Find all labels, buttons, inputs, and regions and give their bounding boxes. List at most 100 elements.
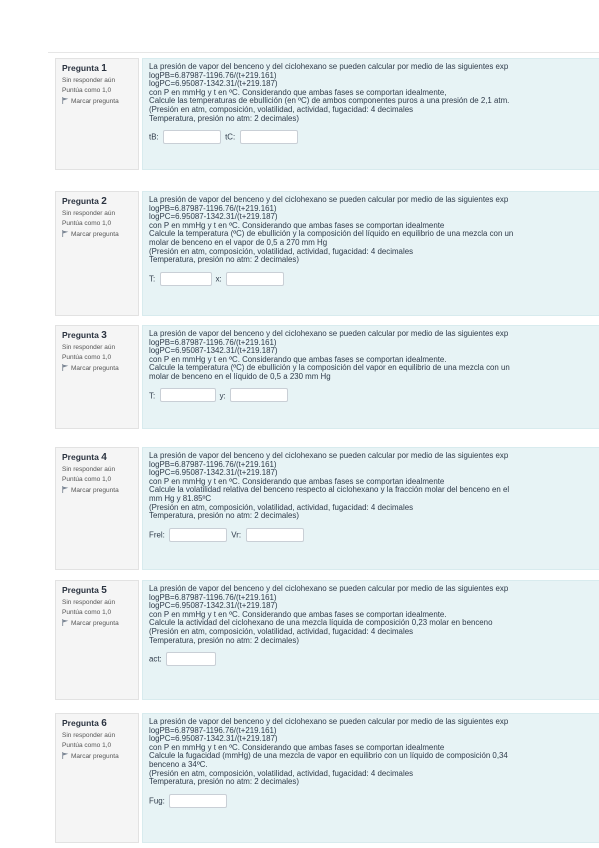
question-prefix: Pregunta [62, 585, 99, 595]
question-points: Puntúa como 1,0 [62, 609, 112, 616]
question-number: 4 [101, 452, 107, 463]
answer-input[interactable] [169, 793, 228, 808]
answer-row: T: x: [149, 270, 599, 288]
answer-label: act: [149, 654, 162, 664]
question-info: Pregunta 6 Sin responder aún Puntúa como 1… [55, 713, 139, 843]
question-info: Pregunta 4 Sin responder aún Puntúa como 1… [55, 447, 139, 570]
question-text-area: La presión de vapor del benceno y del ci… [142, 325, 599, 429]
flag-icon [62, 230, 69, 237]
answer-input[interactable] [163, 129, 222, 144]
question-title: Pregunta 1 [62, 63, 134, 74]
answer-input[interactable] [169, 527, 228, 542]
question-number: 3 [101, 330, 107, 341]
answer-label: T: [149, 274, 156, 284]
question-info: Pregunta 5 Sin responder aún Puntúa como 1… [55, 580, 139, 700]
answer-label: Frel: [149, 530, 165, 540]
flag-question-link[interactable]: Marcar pregunta [62, 97, 134, 106]
question-text-line: Temperatura, presión no atm: 2 decimales… [149, 511, 299, 521]
answer-row: Frel: Vr: [149, 526, 599, 544]
question-text-area: La presión de vapor del benceno y del ci… [142, 580, 599, 700]
question-2: Pregunta 2 Sin responder aún Puntúa como 1… [55, 191, 599, 316]
question-text-line: Temperatura, presión no atm: 2 decimales… [149, 255, 299, 265]
question-text-line: Temperatura, presión no atm: 2 decimales… [149, 635, 299, 645]
answer-input[interactable] [245, 527, 304, 542]
answer-label: Vr: [231, 530, 242, 540]
question-prefix: Pregunta [62, 452, 99, 462]
question-text-area: La presión de vapor del benceno y del ci… [142, 191, 599, 316]
flag-question-link[interactable]: Marcar pregunta [62, 752, 134, 761]
question-points: Puntúa como 1,0 [62, 354, 112, 361]
flag-question-link[interactable]: Marcar pregunta [62, 230, 134, 239]
question-3: Pregunta 3 Sin responder aún Puntúa como 1… [55, 325, 599, 429]
question-text-area: La presión de vapor del benceno y del ci… [142, 58, 599, 170]
answer-row: act: [149, 650, 599, 668]
answer-label: Fug: [149, 796, 165, 806]
question-prefix: Pregunta [62, 330, 99, 340]
question-text-line: Calcule la volatilidad relativa del benc… [149, 485, 510, 495]
answer-input[interactable] [166, 651, 217, 666]
question-status: Sin responder aún [62, 732, 116, 739]
answer-label: x: [215, 274, 222, 284]
question-status: Sin responder aún [62, 466, 116, 473]
question-number: 5 [101, 585, 107, 596]
answer-row: T: y: [149, 387, 599, 405]
question-number: 1 [101, 63, 107, 74]
question-points: Puntúa como 1,0 [62, 476, 112, 483]
question-info: Pregunta 1 Sin responder aún Puntúa como 1… [55, 58, 139, 170]
answer-input[interactable] [239, 129, 298, 144]
answer-input[interactable] [159, 388, 216, 403]
question-6: Pregunta 6 Sin responder aún Puntúa como 1… [55, 713, 599, 843]
flag-question-link[interactable]: Marcar pregunta [62, 486, 134, 495]
question-text-line: Temperatura, presión no atm: 2 decimales… [149, 777, 299, 787]
question-prefix: Pregunta [62, 196, 99, 206]
flag-question-label: Marcar pregunta [71, 753, 119, 760]
question-points: Puntúa como 1,0 [62, 87, 112, 94]
question-prefix: Pregunta [62, 718, 99, 728]
flag-question-link[interactable]: Marcar pregunta [62, 619, 134, 628]
flag-icon [62, 97, 69, 104]
question-title: Pregunta 4 [62, 452, 134, 463]
question-status: Sin responder aún [62, 77, 116, 84]
flag-question-label: Marcar pregunta [71, 231, 119, 238]
question-points: Puntúa como 1,0 [62, 742, 112, 749]
question-info: Pregunta 3 Sin responder aún Puntúa como 1… [55, 325, 139, 429]
answer-label: tB: [149, 132, 159, 142]
flag-icon [62, 364, 69, 371]
question-1: Pregunta 1 Sin responder aún Puntúa como 1… [55, 58, 599, 170]
answer-label: tC: [225, 132, 236, 142]
flag-question-link[interactable]: Marcar pregunta [62, 364, 134, 373]
flag-icon [62, 752, 69, 759]
question-text-area: La presión de vapor del benceno y del ci… [142, 713, 599, 843]
flag-question-label: Marcar pregunta [71, 487, 119, 494]
question-title: Pregunta 3 [62, 330, 134, 341]
question-title: Pregunta 2 [62, 196, 134, 207]
question-number: 2 [101, 196, 107, 207]
question-text-line: molar de benceno en el líquido de 0,5 a … [149, 371, 331, 381]
question-info: Pregunta 2 Sin responder aún Puntúa como 1… [55, 191, 139, 316]
flag-icon [62, 486, 69, 493]
question-number: 6 [101, 718, 107, 729]
question-text-line: Calcule la fugacidad (mmHg) de una mezcl… [149, 751, 508, 761]
question-points: Puntúa como 1,0 [62, 220, 112, 227]
flag-question-label: Marcar pregunta [71, 365, 119, 372]
question-status: Sin responder aún [62, 210, 116, 217]
question-status: Sin responder aún [62, 344, 116, 351]
answer-row: tB: tC: [149, 128, 599, 146]
flag-question-label: Marcar pregunta [71, 98, 119, 105]
question-title: Pregunta 6 [62, 718, 134, 729]
page-divider [48, 52, 599, 53]
flag-icon [62, 619, 69, 626]
question-text-area: La presión de vapor del benceno y del ci… [142, 447, 599, 570]
question-5: Pregunta 5 Sin responder aún Puntúa como 1… [55, 580, 599, 700]
answer-input[interactable] [226, 271, 285, 286]
answer-input[interactable] [230, 388, 289, 403]
flag-question-label: Marcar pregunta [71, 620, 119, 627]
question-prefix: Pregunta [62, 63, 99, 73]
answer-input[interactable] [159, 271, 212, 286]
question-title: Pregunta 5 [62, 585, 134, 596]
answer-label: T: [149, 390, 156, 400]
answer-row: Fug: [149, 792, 599, 810]
question-4: Pregunta 4 Sin responder aún Puntúa como 1… [55, 447, 599, 570]
question-text-line: Temperatura, presión no atm: 2 decimales… [149, 113, 299, 123]
question-status: Sin responder aún [62, 599, 116, 606]
